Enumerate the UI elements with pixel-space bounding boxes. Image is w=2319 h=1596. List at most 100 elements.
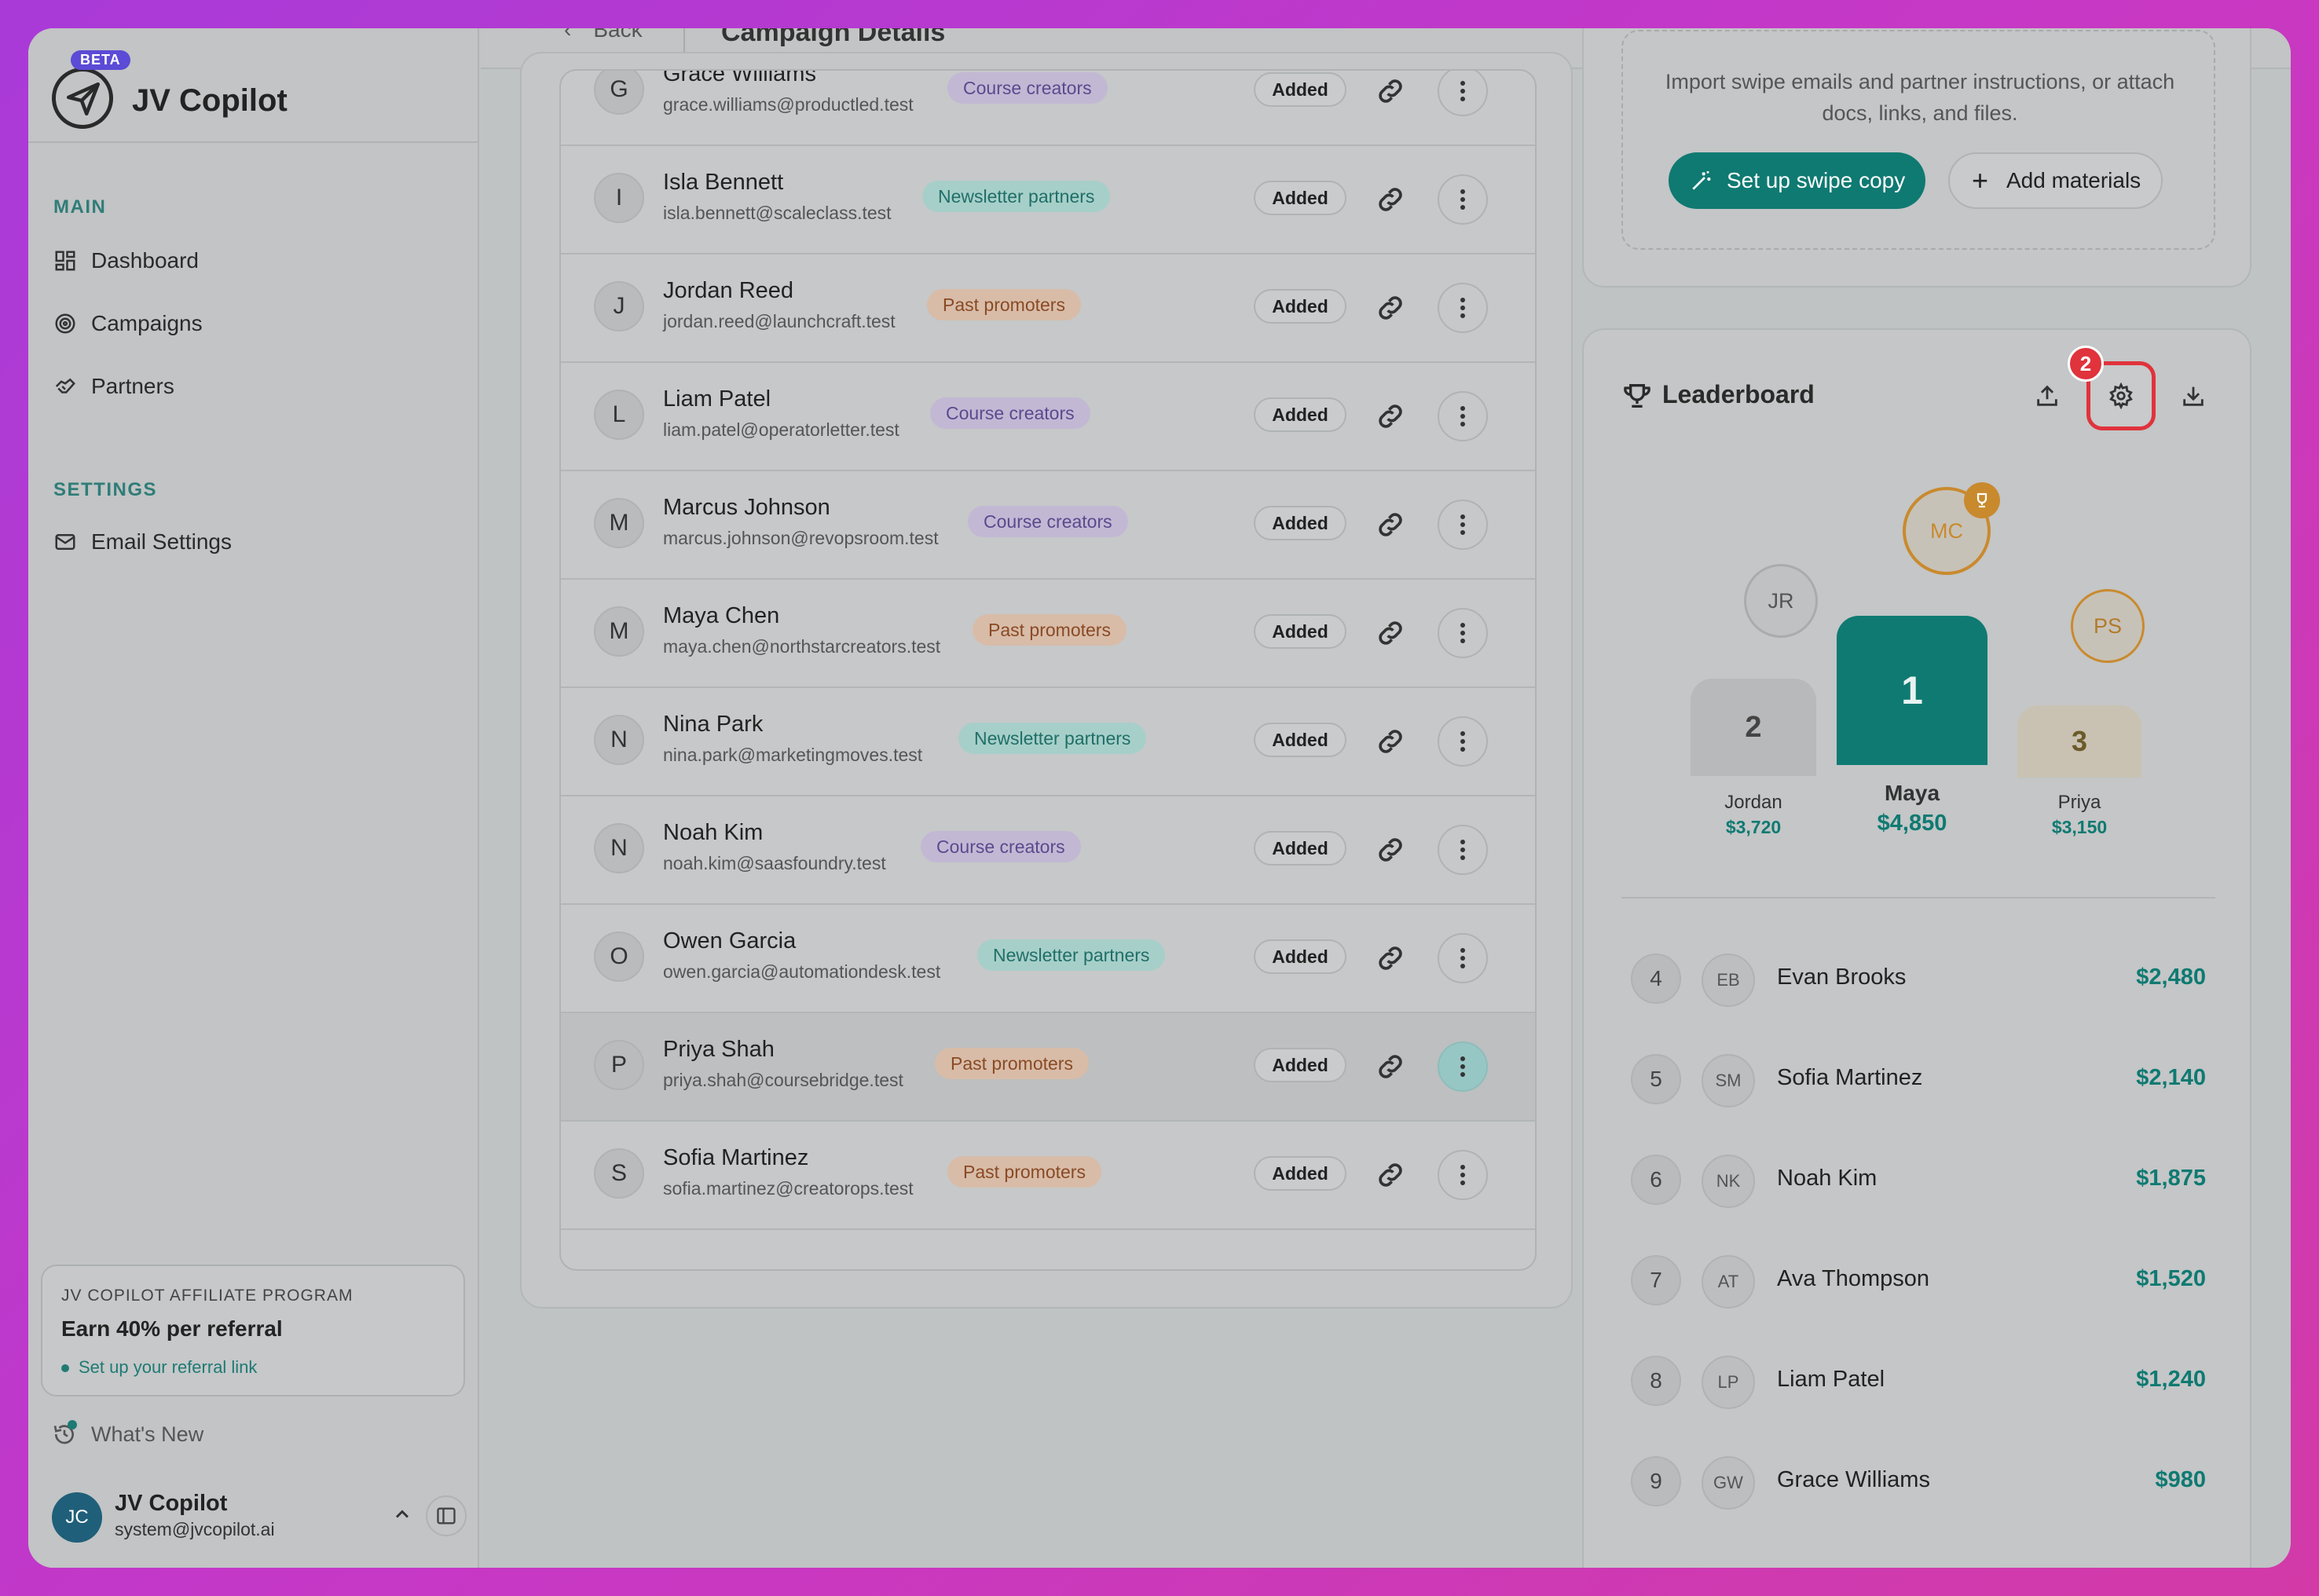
rank-amount: $2,480	[2136, 965, 2206, 990]
rank-avatar: AT	[1702, 1255, 1755, 1309]
header-divider	[683, 28, 685, 52]
partner-row[interactable]: I Isla Bennett isla.bennett@scaleclass.tes…	[561, 146, 1535, 254]
partner-name: Isla Bennett	[663, 170, 784, 195]
partner-email: noah.kim@saasfoundry.test	[663, 853, 886, 873]
podium-amount-first: $4,850	[1877, 811, 1947, 836]
partner-avatar: M	[594, 498, 644, 548]
sidebar-item-partners[interactable]: Partners	[53, 363, 454, 410]
sidebar-item-email-settings[interactable]: Email Settings	[53, 518, 454, 566]
affiliate-program-card[interactable]: JV COPILOT AFFILIATE PROGRAM Earn 40% pe…	[41, 1265, 465, 1396]
leaderboard-row[interactable]: 4 EB Evan Brooks $2,480	[1631, 950, 2206, 1008]
link-icon[interactable]	[1375, 184, 1406, 215]
sidebar-item-label: Dashboard	[91, 248, 199, 273]
more-options-button[interactable]	[1438, 933, 1488, 983]
sidebar-divider	[28, 141, 479, 143]
more-options-button[interactable]	[1438, 500, 1488, 550]
more-options-button[interactable]	[1438, 391, 1488, 441]
partner-email: isla.bennett@scaleclass.test	[663, 203, 892, 223]
partner-row[interactable]: S Sofia Martinez sofia.martinez@creatorops…	[561, 1122, 1535, 1230]
more-options-button[interactable]	[1438, 608, 1488, 658]
status-badge: Added	[1254, 289, 1346, 324]
chevron-up-icon[interactable]	[391, 1503, 413, 1525]
rank-number: 7	[1631, 1255, 1681, 1305]
partner-avatar: G	[594, 71, 644, 115]
affiliate-title: Earn 40% per referral	[61, 1316, 283, 1341]
link-icon[interactable]	[1375, 509, 1406, 540]
link-icon[interactable]	[1375, 834, 1406, 866]
more-options-button[interactable]	[1438, 825, 1488, 875]
leaderboard-row[interactable]: 8 LP Liam Patel $1,240	[1631, 1353, 2206, 1411]
download-icon	[2183, 386, 2204, 406]
trophy-badge-icon	[1976, 492, 1987, 508]
add-materials-button[interactable]: + Add materials	[1948, 152, 2163, 209]
more-options-button[interactable]	[1438, 71, 1488, 116]
leaderboard-row[interactable]: 6 NK Noah Kim $1,875	[1631, 1151, 2206, 1210]
partner-tag: Newsletter partners	[922, 181, 1111, 212]
sidebar-item-dashboard[interactable]: Dashboard	[53, 237, 454, 284]
partner-row[interactable]: G Grace Williams grace.williams@productled…	[561, 71, 1535, 146]
more-options-button[interactable]	[1438, 283, 1488, 333]
partner-row[interactable]: J Jordan Reed jordan.reed@launchcraft.test…	[561, 254, 1535, 363]
leaderboard-title: Leaderboard	[1662, 380, 1815, 408]
main-section-label: MAIN	[53, 196, 107, 218]
partner-row[interactable]: L Liam Patel liam.patel@operatorletter.tes…	[561, 363, 1535, 471]
partner-name: Jordan Reed	[663, 278, 794, 303]
partner-row[interactable]: P Priya Shah priya.shah@coursebridge.test P…	[561, 1013, 1535, 1122]
status-badge: Added	[1254, 72, 1346, 107]
whats-new-link[interactable]: What's New	[52, 1420, 203, 1447]
sidebar: BETA JV Copilot MAIN Dashboard Campaigns…	[28, 28, 479, 1568]
handshake-icon	[55, 378, 75, 394]
history-icon	[52, 1420, 77, 1447]
podium-name-third: Priya	[2057, 792, 2101, 813]
partner-tag: Past promoters	[947, 1156, 1101, 1188]
referral-link[interactable]: Set up your referral link	[61, 1357, 257, 1378]
back-button[interactable]: ‹ Back	[564, 28, 643, 42]
link-icon[interactable]	[1375, 292, 1406, 324]
share-button[interactable]	[2025, 374, 2069, 418]
more-vertical-icon	[1460, 623, 1465, 643]
more-options-button[interactable]	[1438, 1150, 1488, 1200]
rank-avatar: GW	[1702, 1456, 1755, 1510]
more-vertical-icon	[1460, 1165, 1465, 1185]
partners-list: G Grace Williams grace.williams@productled…	[559, 69, 1537, 1271]
leaderboard-row[interactable]: 9 GW Grace Williams $980	[1631, 1453, 2206, 1511]
leaderboard-row[interactable]: 7 AT Ava Thompson $1,520	[1631, 1252, 2206, 1310]
partner-row[interactable]: M Marcus Johnson marcus.johnson@revopsroom…	[561, 471, 1535, 580]
leaderboard-row[interactable]: 5 SM Sofia Martinez $2,140	[1631, 1051, 2206, 1109]
link-icon[interactable]	[1375, 401, 1406, 432]
partner-row[interactable]: N Nina Park nina.park@marketingmoves.test N…	[561, 688, 1535, 796]
more-options-button[interactable]	[1438, 1041, 1488, 1092]
link-icon[interactable]	[1375, 617, 1406, 649]
partner-avatar: N	[594, 715, 644, 765]
user-menu[interactable]: JC JV Copilot system@jvcopilot.ai	[52, 1489, 467, 1544]
rank-name: Sofia Martinez	[1777, 1065, 1923, 1090]
partner-email: sofia.martinez@creatorops.test	[663, 1178, 914, 1199]
link-icon[interactable]	[1375, 1051, 1406, 1082]
rank-name: Liam Patel	[1777, 1367, 1885, 1392]
partner-avatar: J	[594, 281, 644, 331]
link-icon[interactable]	[1375, 943, 1406, 974]
crown-badge	[1964, 482, 2000, 518]
link-icon[interactable]	[1375, 75, 1406, 107]
set-up-swipe-copy-button[interactable]: Set up swipe copy	[1669, 152, 1926, 209]
link-icon[interactable]	[1375, 1159, 1406, 1191]
partner-row[interactable]: M Maya Chen maya.chen@northstarcreators.te…	[561, 580, 1535, 688]
toggle-sidebar-button[interactable]	[426, 1495, 467, 1536]
sidebar-item-campaigns[interactable]: Campaigns	[53, 300, 454, 347]
download-button[interactable]	[2171, 374, 2215, 418]
partner-row[interactable]: O Owen Garcia owen.garcia@automationdesk.t…	[561, 905, 1535, 1013]
link-icon[interactable]	[1375, 726, 1406, 757]
partner-name: Marcus Johnson	[663, 495, 830, 520]
status-badge: Added	[1254, 506, 1346, 540]
materials-dropzone[interactable]: Import swipe emails and partner instruct…	[1621, 30, 2215, 250]
more-vertical-icon	[1460, 840, 1465, 860]
more-options-button[interactable]	[1438, 174, 1488, 225]
brand[interactable]: BETA JV Copilot	[52, 50, 460, 137]
affiliate-label: JV COPILOT AFFILIATE PROGRAM	[61, 1287, 354, 1305]
rank-avatar: EB	[1702, 954, 1755, 1007]
partner-name: Nina Park	[663, 712, 764, 737]
partner-avatar: I	[594, 173, 644, 223]
more-options-button[interactable]	[1438, 716, 1488, 767]
partner-row[interactable]: N Noah Kim noah.kim@saasfoundry.test Course…	[561, 796, 1535, 905]
partner-tag: Course creators	[947, 72, 1108, 104]
